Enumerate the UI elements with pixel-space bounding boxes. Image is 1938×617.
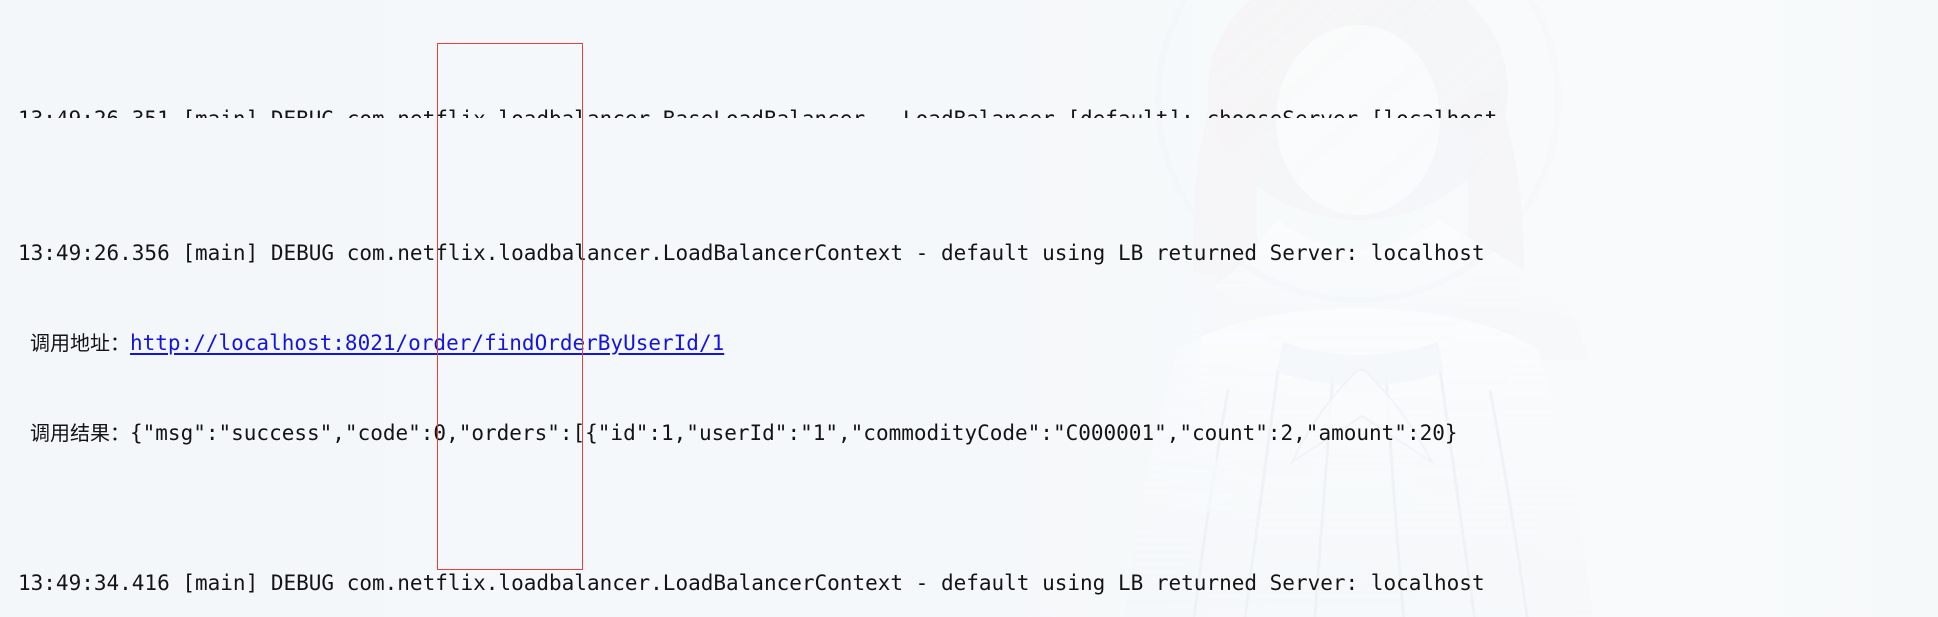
log-timestamp-line: 13:49:34.416 [main] DEBUG com.netflix.lo… — [18, 571, 1485, 595]
request-url-label: 调用地址： — [30, 331, 130, 355]
request-url-link[interactable]: http://localhost:8021/order/findOrderByU… — [130, 331, 724, 355]
log-text-area: 13:49:26.351 [main] DEBUG com.netflix.lo… — [0, 0, 1938, 617]
log-timestamp-line: 13:49:26.356 [main] DEBUG com.netflix.lo… — [18, 241, 1485, 265]
log-response-line: 调用结果：{"msg":"success","code":0,"orders":… — [0, 418, 1938, 448]
log-line-clipped-top: 13:49:26.351 [main] DEBUG com.netflix.lo… — [0, 104, 1938, 118]
console-output-panel[interactable]: 13:49:26.351 [main] DEBUG com.netflix.lo… — [0, 0, 1938, 617]
log-request-url-line: 调用地址：http://localhost:8021/order/findOrd… — [0, 328, 1938, 358]
response-label: 调用结果： — [30, 421, 130, 445]
response-json: {"msg":"success","code":0,"orders":[{"id… — [130, 421, 1458, 445]
